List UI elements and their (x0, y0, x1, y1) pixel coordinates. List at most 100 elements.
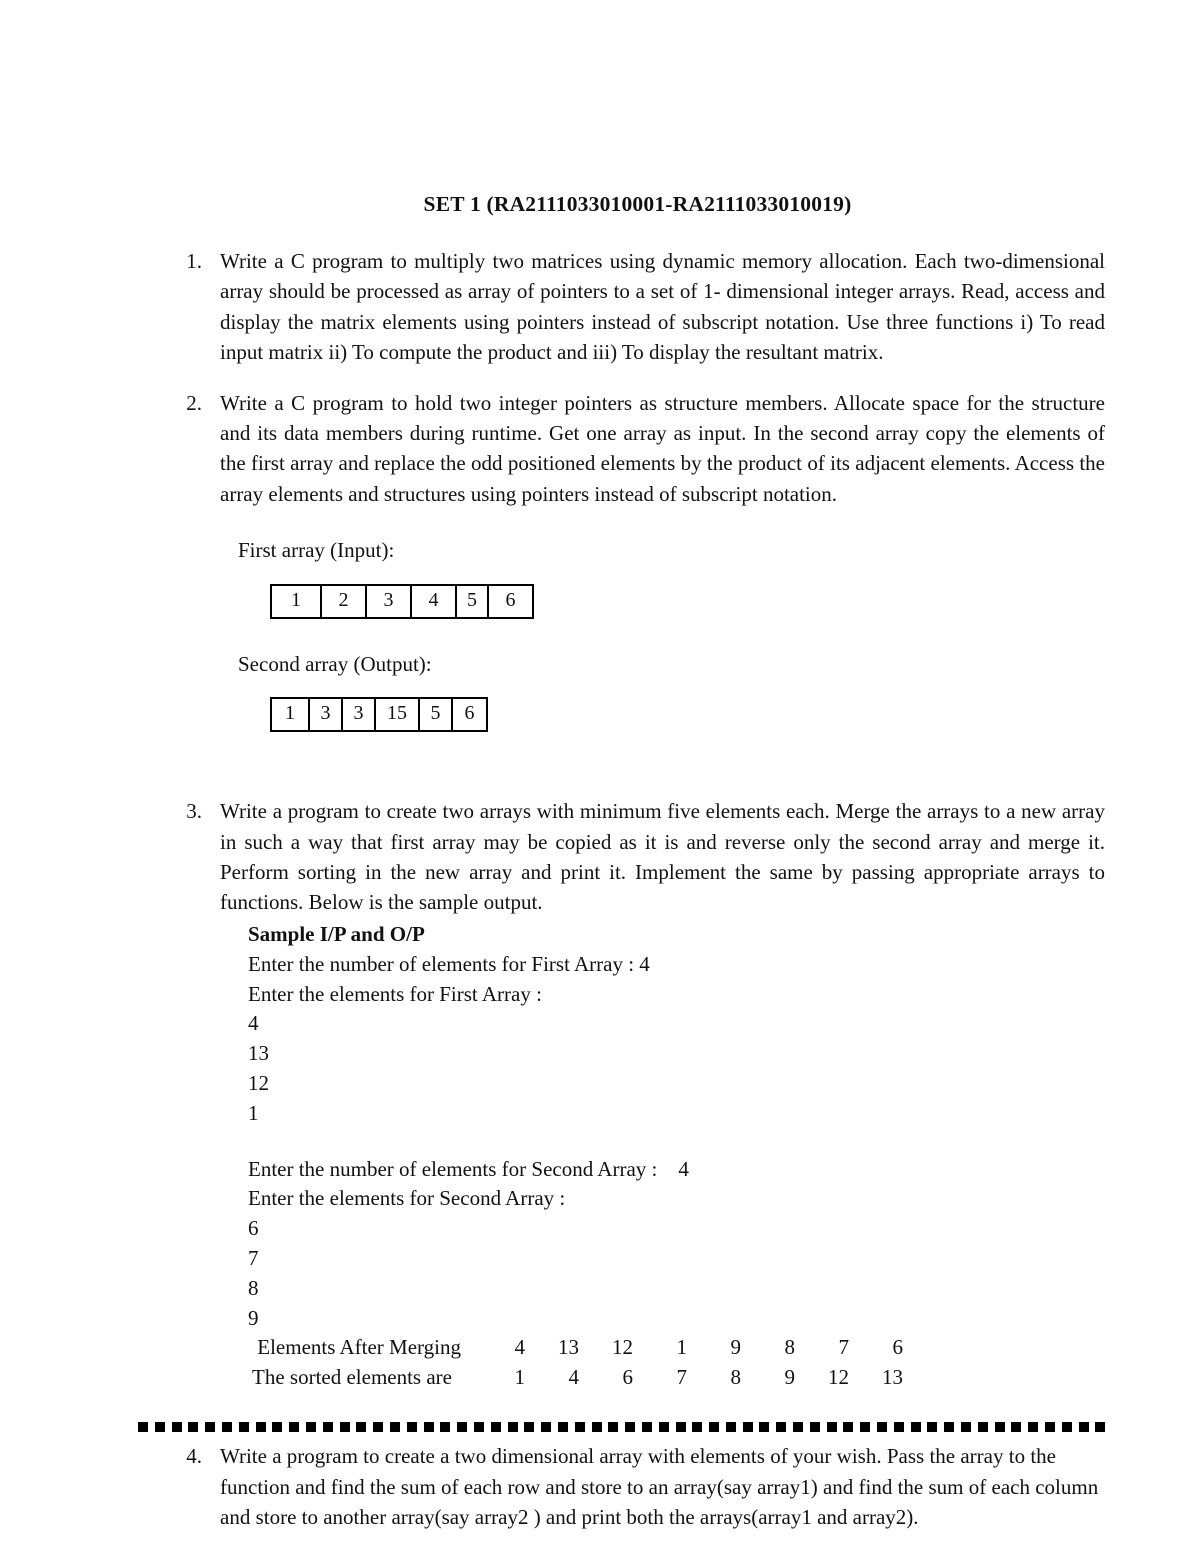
footer-dot (507, 1421, 518, 1432)
footer-dot (1045, 1421, 1056, 1432)
output-value: 4 (568, 1365, 580, 1390)
footer-dot (305, 1421, 316, 1432)
footer-dot (389, 1421, 400, 1432)
footer-dot (255, 1421, 266, 1432)
footer-dot (322, 1421, 333, 1432)
footer-dot (658, 1421, 669, 1432)
footer-dot (860, 1421, 871, 1432)
array-cell: 3 (367, 585, 412, 617)
sample-output-table: Elements After Merging 4 13 12 1 9 8 7 6… (252, 1333, 903, 1393)
question-text-2: Write a C program to hold two integer po… (220, 390, 1105, 506)
output-value: 1 (676, 1335, 688, 1360)
footer-dot (171, 1421, 182, 1432)
output-value: 12 (612, 1335, 633, 1360)
sample-io-block: Sample I/P and O/P Enter the number of e… (170, 920, 1105, 1393)
footer-dot (373, 1421, 384, 1432)
footer-dot (977, 1421, 988, 1432)
footer-dot (406, 1421, 417, 1432)
question-number-4: 4. (186, 1444, 202, 1469)
array-cell: 6 (505, 588, 516, 611)
footer-dot (1095, 1421, 1106, 1432)
second-array-diagram: 1 3 3 15 5 6 (270, 697, 488, 733)
footer-dot (961, 1421, 972, 1432)
table-row: The sorted elements are 1 4 6 7 8 9 12 1… (252, 1363, 903, 1393)
sample-line: 12 (248, 1070, 269, 1095)
footer-dot (692, 1421, 703, 1432)
footer-dot (944, 1421, 955, 1432)
output-value: 7 (676, 1365, 688, 1390)
output-value: 4 (514, 1335, 526, 1360)
array-cell: 1 (272, 699, 310, 731)
sample-line: Enter the number of elements for First A… (248, 951, 650, 976)
array-cell: 3 (310, 699, 343, 731)
footer-dot (440, 1421, 451, 1432)
output-value: 12 (828, 1365, 849, 1390)
footer-dot (221, 1421, 232, 1432)
sample-line: 4 (248, 1011, 259, 1036)
question-number-3: 3. (186, 799, 202, 824)
footer-dot (541, 1421, 552, 1432)
array-cell: 3 (343, 699, 376, 731)
question-number-2: 2. (186, 390, 202, 415)
question-item-2: 2. Write a C program to hold two integer… (170, 388, 1105, 510)
footer-dot (339, 1421, 350, 1432)
footer-dot (356, 1421, 367, 1432)
footer-dot (473, 1421, 484, 1432)
footer-dot (675, 1421, 686, 1432)
footer-dot (1078, 1421, 1089, 1432)
sample-line: Enter the elements for Second Array : (248, 1186, 566, 1211)
footer-dot (574, 1421, 585, 1432)
footer-dot (641, 1421, 652, 1432)
footer-dot (742, 1421, 753, 1432)
sample-line: Enter the number of elements for Second … (248, 1156, 689, 1181)
footer-dot (289, 1421, 300, 1432)
question-number-1: 1. (186, 248, 202, 273)
question-item-4: 4. Write a program to create a two dimen… (170, 1441, 1105, 1532)
array-cell: 15 (376, 699, 420, 731)
footer-dot (910, 1421, 921, 1432)
table-row: Elements After Merging 4 13 12 1 9 8 7 6 (252, 1333, 903, 1363)
footer-dot (994, 1421, 1005, 1432)
array-cell: 5 (457, 585, 489, 617)
second-array-caption: Second array (Output): (238, 651, 432, 676)
footer-dot (608, 1421, 619, 1432)
footer-dot (591, 1421, 602, 1432)
footer-dot (490, 1421, 501, 1432)
footer-dot (138, 1421, 148, 1432)
array-cell: 5 (420, 699, 453, 731)
question-text-3: Write a program to create two arrays wit… (220, 799, 1105, 915)
footer-dot (524, 1421, 535, 1432)
question-item-1: 1. Write a C program to multiply two mat… (170, 246, 1105, 368)
second-array-block: Second array (Output): 1 3 3 15 5 6 (170, 649, 1105, 733)
footer-dot (238, 1421, 249, 1432)
sample-line: 9 (248, 1305, 259, 1330)
footer-dot (1011, 1421, 1022, 1432)
footer-dot (759, 1421, 770, 1432)
sample-line: 6 (248, 1216, 259, 1241)
output-value: 9 (784, 1365, 796, 1390)
footer-dot (927, 1421, 938, 1432)
question-item-3: 3. Write a program to create two arrays … (170, 796, 1105, 918)
page-title: SET 1 (RA2111033010001-RA2111033010019) (423, 192, 852, 216)
sample-line: 13 (248, 1041, 269, 1066)
output-value: 6 (892, 1335, 904, 1360)
footer-dot (809, 1421, 820, 1432)
output-value: 8 (730, 1365, 742, 1390)
footer-dot (826, 1421, 837, 1432)
array-cell: 6 (464, 702, 475, 725)
sample-spacer (248, 1129, 1105, 1155)
array-cell: 4 (412, 585, 457, 617)
first-array-caption: First array (Input): (238, 538, 395, 563)
footer-dot (893, 1421, 904, 1432)
footer-dotted-rule (138, 1421, 1106, 1432)
sample-io-heading: Sample I/P and O/P (248, 921, 425, 946)
sample-line: 7 (248, 1246, 259, 1271)
footer-dot (1061, 1421, 1072, 1432)
document-page: SET 1 (RA2111033010001-RA2111033010019) … (0, 0, 1200, 1553)
output-value: 13 (882, 1365, 903, 1390)
footer-dot (205, 1421, 216, 1432)
footer-dot (188, 1421, 199, 1432)
footer-dot (725, 1421, 736, 1432)
first-array-diagram: 1 2 3 4 5 6 (270, 583, 534, 619)
output-row-label: The sorted elements are (252, 1365, 452, 1390)
